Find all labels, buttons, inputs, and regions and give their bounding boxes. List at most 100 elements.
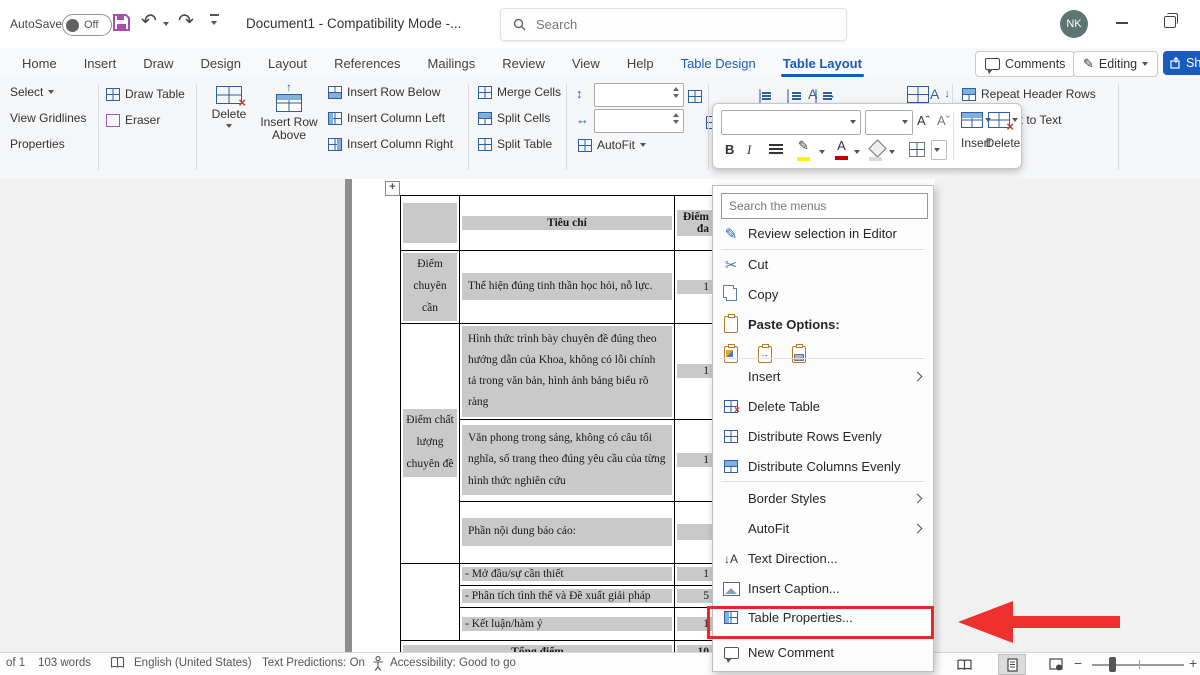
menu-item-cut[interactable]: ✂ Cut xyxy=(714,250,932,279)
proofing-book-icon[interactable] xyxy=(110,656,125,669)
search-box[interactable]: Search xyxy=(500,8,847,41)
sort-icon[interactable]: A↓ xyxy=(930,86,950,102)
zoom-slider-track[interactable] xyxy=(1092,664,1184,666)
table-cell[interactable]: Điểm đa xyxy=(675,196,716,251)
font-size-combo[interactable] xyxy=(865,110,913,135)
shrink-font-button[interactable]: Aˇ xyxy=(937,113,950,128)
table-cell[interactable]: 1 xyxy=(675,251,716,324)
table-move-handle-icon[interactable]: + xyxy=(385,181,400,196)
tab-layout[interactable]: Layout xyxy=(266,48,309,78)
editing-mode-button[interactable]: ✎ Editing xyxy=(1073,51,1158,77)
share-button[interactable]: Sha xyxy=(1163,51,1200,75)
table-cell[interactable] xyxy=(675,501,716,563)
font-name-combo[interactable] xyxy=(721,110,861,135)
paste-picture-icon[interactable] xyxy=(782,346,816,363)
select-button[interactable]: Select xyxy=(10,85,54,99)
table-cell[interactable]: Thể hiện đúng tinh thần học hỏi, nỗ lực. xyxy=(460,251,675,324)
table-properties-button[interactable]: Properties xyxy=(10,137,65,151)
borders-button[interactable] xyxy=(909,142,925,157)
tab-view[interactable]: View xyxy=(570,48,602,78)
undo-dropdown-icon[interactable] xyxy=(163,22,169,26)
cell-margins-icon[interactable] xyxy=(907,86,929,103)
text-predictions[interactable]: Text Predictions: On xyxy=(262,657,365,669)
zoom-slider-thumb[interactable] xyxy=(1109,657,1116,672)
delete-button[interactable]: × Delete xyxy=(206,86,252,128)
menu-item-distribute-rows[interactable]: Distribute Rows Evenly xyxy=(714,422,932,451)
highlight-color-button[interactable]: ✎ xyxy=(797,138,810,161)
accessibility-status[interactable]: Accessibility: Good to go xyxy=(390,657,516,669)
qat-overflow-chevron-icon[interactable] xyxy=(211,21,217,25)
text-direction-icon[interactable]: A→ xyxy=(808,86,836,102)
tab-design[interactable]: Design xyxy=(199,48,243,78)
table-cell[interactable] xyxy=(401,196,460,251)
tab-draw[interactable]: Draw xyxy=(141,48,175,78)
menu-item-insert[interactable]: Insert xyxy=(714,362,932,391)
table-cell[interactable]: Điểm chuyên cần xyxy=(401,251,460,324)
table-cell[interactable]: 1 xyxy=(675,323,716,419)
tab-review[interactable]: Review xyxy=(500,48,547,78)
table-cell[interactable]: Phần nội dung báo cáo: xyxy=(460,501,675,563)
table-cell[interactable]: 5 xyxy=(675,585,716,607)
grow-font-button[interactable]: Aˆ xyxy=(917,113,930,128)
menu-item-text-direction[interactable]: ↓A Text Direction... xyxy=(714,544,932,573)
menu-item-new-comment[interactable]: New Comment xyxy=(714,638,932,667)
table-cell[interactable]: - Kết luận/hàm ý xyxy=(460,607,675,640)
table-cell[interactable]: Văn phong trong sáng, không có câu tối n… xyxy=(460,419,675,501)
shading-dropdown-icon[interactable] xyxy=(889,150,895,154)
table-cell[interactable]: 1 xyxy=(675,563,716,585)
zoom-in-button[interactable]: + xyxy=(1189,655,1197,671)
page-indicator[interactable]: of 1 xyxy=(6,657,25,669)
tab-mailings[interactable]: Mailings xyxy=(426,48,478,78)
insert-column-left-button[interactable]: Insert Column Left xyxy=(328,111,445,125)
word-count[interactable]: 103 words xyxy=(38,657,91,669)
font-color-dropdown-icon[interactable] xyxy=(854,150,860,154)
tab-table-layout[interactable]: Table Layout xyxy=(781,48,864,78)
distribute-rows-icon[interactable] xyxy=(688,90,702,103)
italic-button[interactable]: I xyxy=(747,142,751,158)
zoom-out-button[interactable]: − xyxy=(1074,655,1082,671)
menu-item-review-selection[interactable]: ✎ Review selection in Editor xyxy=(714,219,932,248)
paste-keep-formatting-icon[interactable] xyxy=(714,346,748,363)
table-cell[interactable]: Điểm chất lượng chuyên đề xyxy=(401,323,460,563)
highlight-dropdown-icon[interactable] xyxy=(819,150,825,154)
draw-table-button[interactable]: Draw Table xyxy=(106,87,185,101)
table-cell[interactable]: Hình thức trình bày chuyên đề đúng theo … xyxy=(460,323,675,419)
row-height-spinner[interactable] xyxy=(594,83,684,107)
tab-references[interactable]: References xyxy=(332,48,402,78)
menu-item-autofit[interactable]: AutoFit xyxy=(714,514,932,543)
print-layout-button[interactable] xyxy=(998,654,1026,675)
table-cell[interactable]: - Mở đầu/sự cần thiết xyxy=(460,563,675,585)
read-mode-button[interactable] xyxy=(950,654,978,675)
qat-overflow-icon[interactable] xyxy=(210,14,219,16)
table-cell[interactable] xyxy=(401,563,460,640)
avatar[interactable]: NK xyxy=(1060,10,1088,38)
tab-home[interactable]: Home xyxy=(20,48,59,78)
menu-search-input[interactable]: Search the menus xyxy=(721,193,928,219)
insert-row-below-button[interactable]: Insert Row Below xyxy=(328,85,440,99)
save-icon[interactable] xyxy=(112,13,131,32)
view-gridlines-button[interactable]: View Gridlines xyxy=(10,111,86,125)
split-cells-button[interactable]: Split Cells xyxy=(478,111,550,125)
font-color-button[interactable]: A xyxy=(835,138,848,160)
tab-table-design[interactable]: Table Design xyxy=(679,48,758,78)
restore-button[interactable] xyxy=(1164,16,1176,28)
comments-button[interactable]: Comments xyxy=(975,51,1075,77)
shading-bucket-icon[interactable] xyxy=(868,139,886,157)
grading-table[interactable]: Tiêu chí Điểm đa Điểm chuyên cần Thể hiệ… xyxy=(400,195,716,664)
tab-insert[interactable]: Insert xyxy=(82,48,119,78)
menu-item-border-styles[interactable]: Border Styles xyxy=(714,484,932,513)
table-cell[interactable]: Tiêu chí xyxy=(460,196,675,251)
merge-cells-button[interactable]: Merge Cells xyxy=(478,85,561,99)
split-table-button[interactable]: Split Table xyxy=(478,137,552,151)
justify-icon[interactable] xyxy=(769,144,783,146)
undo-button[interactable]: ↶ xyxy=(141,12,157,31)
insert-row-above-button[interactable]: ↑ Insert Row Above xyxy=(258,83,320,142)
menu-item-insert-caption[interactable]: Insert Caption... xyxy=(714,574,932,603)
eraser-button[interactable]: Eraser xyxy=(106,113,160,127)
autosave-toggle[interactable]: Off xyxy=(62,14,112,36)
bold-button[interactable]: B xyxy=(725,142,734,157)
insert-column-right-button[interactable]: Insert Column Right xyxy=(328,137,453,151)
paste-merge-formatting-icon[interactable]: → xyxy=(748,346,782,363)
menu-item-copy[interactable]: Copy xyxy=(714,280,932,309)
table-cell[interactable]: 1 xyxy=(675,419,716,501)
